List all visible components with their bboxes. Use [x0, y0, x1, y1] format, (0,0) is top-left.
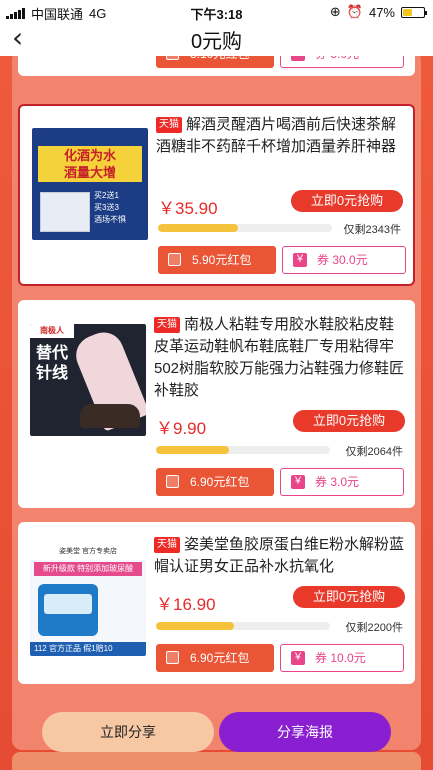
grab-button[interactable]: 立即0元抢购: [293, 410, 405, 432]
status-right: ⊕ ⏰ 47%: [329, 4, 427, 20]
coupon-button[interactable]: 5.90元红包: [158, 246, 276, 274]
red-packet-icon: [166, 475, 179, 488]
page-title: 0元购: [190, 31, 243, 53]
voucher-button[interactable]: ￥ 券 10.0元: [280, 644, 404, 672]
product-jar-graphic: [38, 584, 98, 636]
yen-icon: ￥: [291, 56, 305, 61]
grab-button[interactable]: 立即0元抢购: [293, 586, 405, 608]
voucher-button[interactable]: ￥ 券 30.0元: [282, 246, 406, 274]
product-title[interactable]: 天猫 解酒灵醒酒片喝酒前后快速茶解酒糖非不药醉千杯增加酒量养肝神器: [156, 114, 403, 158]
product-card[interactable]: 南极人 替代 针线 天猫 南极人粘鞋专用胶水鞋胶粘皮鞋皮革运动鞋帆布鞋底鞋厂专用粘…: [18, 300, 415, 508]
product-card[interactable]: 姿美堂 官方专卖店 新升级款 特别添加玻尿酸 112 官方正品 假1赔10 天猫…: [18, 522, 415, 684]
red-packet-icon: [166, 56, 179, 60]
product-price: ￥16.90: [156, 595, 216, 614]
remaining-stock: 仅剩2343件: [343, 224, 401, 236]
voucher-button[interactable]: ￥ 券 5.0元: [280, 56, 404, 68]
product-image[interactable]: 化酒为水 酒量大增 买2送1 买3送3 酒场不惧: [32, 128, 148, 240]
coupon-button[interactable]: 3.10元红包: [156, 56, 274, 68]
stock-progress: [156, 446, 330, 454]
yen-icon: ￥: [291, 475, 305, 489]
product-price: ￥35.90: [158, 199, 218, 218]
tmall-badge: 天猫: [154, 537, 180, 553]
battery-percent: 47%: [368, 4, 395, 20]
product-card[interactable]: 化酒为水 酒量大增 买2送1 买3送3 酒场不惧 天猫 解酒灵醒酒片喝酒前后快速茶…: [18, 104, 415, 286]
brand-label: 南极人: [30, 324, 74, 338]
coupon-button[interactable]: 6.90元红包: [156, 644, 274, 672]
status-bar: 中国联通 4G 下午3:18 ⊕ ⏰ 47%: [0, 0, 433, 22]
share-poster-button[interactable]: 分享海报: [219, 712, 391, 752]
red-packet-icon: [168, 253, 181, 266]
thumb-tags: 买2送1 买3送3 酒场不惧: [94, 191, 126, 224]
yen-icon: ￥: [293, 253, 307, 267]
store-label: 姿美堂 官方专卖店: [30, 544, 146, 560]
product-title[interactable]: 天猫 姿美堂鱼胶原蛋白维E粉水解粉蓝帽认证男女正品补水抗氧化: [154, 534, 405, 578]
tmall-badge: 天猫: [156, 117, 182, 133]
grab-button[interactable]: 立即0元抢购: [291, 190, 403, 212]
voucher-button[interactable]: ￥ 券 3.0元: [280, 468, 404, 496]
remaining-stock: 仅剩2064件: [345, 446, 403, 458]
product-image[interactable]: 南极人 替代 针线: [30, 324, 146, 436]
list-item-partial[interactable]: 3.10元红包 ￥ 券 5.0元: [18, 56, 415, 76]
rotation-lock-icon: ⊕: [329, 4, 341, 19]
product-box-graphic: [40, 192, 90, 232]
stock-progress: [158, 224, 332, 232]
product-price: ￥9.90: [156, 419, 207, 438]
product-title[interactable]: 天猫 南极人粘鞋专用胶水鞋胶粘皮鞋皮革运动鞋帆布鞋底鞋厂专用粘得牢502树脂软胶万…: [154, 314, 405, 402]
alarm-icon: ⏰: [346, 4, 363, 19]
share-button[interactable]: 立即分享: [42, 712, 214, 752]
thumb-banner: 化酒为水 酒量大增: [38, 146, 142, 182]
stock-progress: [156, 622, 330, 630]
remaining-stock: 仅剩2200件: [345, 622, 403, 634]
coupon-button[interactable]: 6.90元红包: [156, 468, 274, 496]
promo-label: 新升级款 特别添加玻尿酸: [34, 562, 142, 576]
nav-bar: ‹ 0元购: [0, 22, 433, 56]
red-packet-icon: [166, 651, 179, 664]
yen-icon: ￥: [291, 651, 305, 665]
bottom-section: [12, 752, 421, 770]
tmall-badge: 天猫: [154, 317, 180, 333]
product-list[interactable]: 3.10元红包 ￥ 券 5.0元 化酒为水 酒量大增 买2送1 买3送3 酒场不…: [0, 56, 433, 770]
authentic-label: 112 官方正品 假1赔10: [30, 642, 146, 656]
battery-icon: [401, 6, 427, 18]
product-image[interactable]: 姿美堂 官方专卖店 新升级款 特别添加玻尿酸 112 官方正品 假1赔10: [30, 544, 146, 656]
shoe-graphic: [80, 404, 140, 428]
